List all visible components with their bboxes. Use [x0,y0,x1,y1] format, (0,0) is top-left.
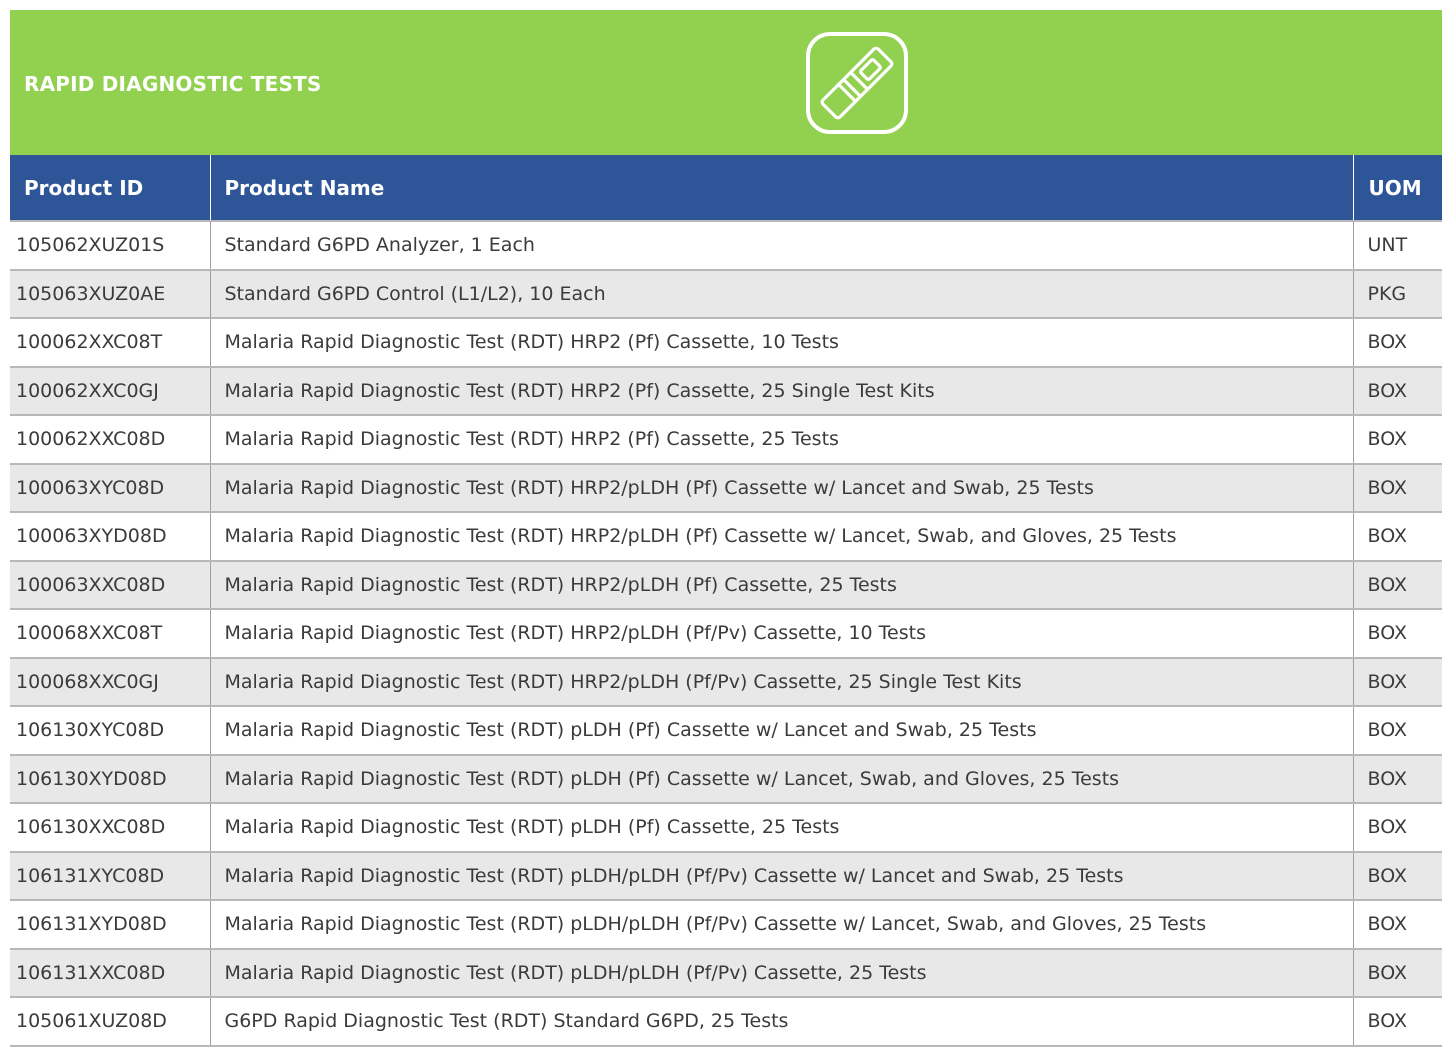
table-row: 106131XYC08D Malaria Rapid Diagnostic Tes… [10,851,1442,901]
column-header-product-id: Product ID [10,155,211,221]
uom-cell: BOX [1353,948,1442,998]
uom-cell: BOX [1353,754,1442,804]
product-id-cell: 100063XYC08D [10,463,211,513]
product-name-cell: Malaria Rapid Diagnostic Test (RDT) HRP2… [210,463,1354,513]
product-name-cell: Malaria Rapid Diagnostic Test (RDT) HRP2… [210,657,1354,707]
table-body: 105062XUZ01S Standard G6PD Analyzer, 1 Ea… [10,220,1442,1047]
table-row: 106130XYC08D Malaria Rapid Diagnostic Tes… [10,706,1442,756]
table-row: 105062XUZ01S Standard G6PD Analyzer, 1 Ea… [10,220,1442,271]
product-id-cell: 105062XUZ01S [10,220,211,271]
uom-cell: BOX [1353,851,1442,901]
product-name-cell: G6PD Rapid Diagnostic Test (RDT) Standar… [210,997,1354,1047]
top-margin [0,0,1442,10]
product-name-cell: Malaria Rapid Diagnostic Test (RDT) pLDH… [210,803,1354,853]
uom-cell: BOX [1353,463,1442,513]
table-row: 106130XXC08D Malaria Rapid Diagnostic Tes… [10,803,1442,853]
product-name-cell: Malaria Rapid Diagnostic Test (RDT) HRP2… [210,318,1354,368]
product-id-cell: 106130XXC08D [10,803,211,853]
table-row: 106130XYD08D Malaria Rapid Diagnostic Tes… [10,754,1442,804]
uom-cell: BOX [1353,997,1442,1047]
uom-cell: BOX [1353,706,1442,756]
table-row: 100068XXC08T Malaria Rapid Diagnostic Tes… [10,609,1442,659]
product-id-cell: 105063XUZ0AE [10,269,211,319]
product-id-cell: 100068XXC0GJ [10,657,211,707]
product-name-cell: Malaria Rapid Diagnostic Test (RDT) pLDH… [210,900,1354,950]
uom-cell: BOX [1353,318,1442,368]
products-table: Product ID Product Name UOM 105062XUZ01S… [10,155,1442,1047]
product-id-cell: 100062XXC0GJ [10,366,211,416]
uom-cell: BOX [1353,415,1442,465]
product-id-cell: 100062XXC08T [10,318,211,368]
table-row: 100062XXC0GJ Malaria Rapid Diagnostic Tes… [10,366,1442,416]
column-header-uom: UOM [1368,175,1422,200]
section-title: RAPID DIAGNOSTIC TESTS [24,72,322,96]
product-name-cell: Malaria Rapid Diagnostic Test (RDT) pLDH… [210,706,1354,756]
product-name-cell: Malaria Rapid Diagnostic Test (RDT) HRP2… [210,512,1354,562]
product-id-cell: 106130XYC08D [10,706,211,756]
header-row: Product ID Product Name UOM [10,155,1442,221]
product-id-cell: 105061XUZ08D [10,997,211,1047]
product-name-cell: Malaria Rapid Diagnostic Test (RDT) HRP2… [210,609,1354,659]
product-id-cell: 100062XXC08D [10,415,211,465]
uom-cell: UNT [1353,220,1442,271]
table-row: 100068XXC0GJ Malaria Rapid Diagnostic Tes… [10,657,1442,707]
uom-cell: BOX [1353,512,1442,562]
product-id-cell: 106131XXC08D [10,948,211,998]
product-name-cell: Malaria Rapid Diagnostic Test (RDT) HRP2… [210,366,1354,416]
table-row: 100062XXC08T Malaria Rapid Diagnostic Tes… [10,318,1442,368]
table-header: Product ID Product Name UOM [10,155,1442,221]
uom-cell: PKG [1353,269,1442,319]
table-row: 106131XXC08D Malaria Rapid Diagnostic Tes… [10,948,1442,998]
table-row: 106131XYD08D Malaria Rapid Diagnostic Tes… [10,900,1442,950]
column-header-product-name: Product Name [210,155,1354,221]
product-name-cell: Standard G6PD Analyzer, 1 Each [210,220,1354,271]
uom-cell: BOX [1353,657,1442,707]
uom-cell: BOX [1353,560,1442,610]
product-id-cell: 106131XYD08D [10,900,211,950]
table-row: 100063XYC08D Malaria Rapid Diagnostic Tes… [10,463,1442,513]
product-name-cell: Malaria Rapid Diagnostic Test (RDT) pLDH… [210,851,1354,901]
product-id-cell: 100063XXC08D [10,560,211,610]
rapid-test-cassette-icon [806,32,908,134]
product-name-cell: Malaria Rapid Diagnostic Test (RDT) HRP2… [210,560,1354,610]
table-row: 100063XYD08D Malaria Rapid Diagnostic Tes… [10,512,1442,562]
table-row: 100063XXC08D Malaria Rapid Diagnostic Tes… [10,560,1442,610]
section-banner: RAPID DIAGNOSTIC TESTS [10,10,1442,155]
product-name-cell: Malaria Rapid Diagnostic Test (RDT) HRP2… [210,415,1354,465]
table-row: 100062XXC08D Malaria Rapid Diagnostic Tes… [10,415,1442,465]
uom-cell: BOX [1353,609,1442,659]
product-name-cell: Standard G6PD Control (L1/L2), 10 Each [210,269,1354,319]
product-id-cell: 100063XYD08D [10,512,211,562]
product-id-cell: 106131XYC08D [10,851,211,901]
uom-cell: BOX [1353,900,1442,950]
product-id-cell: 100068XXC08T [10,609,211,659]
product-name-cell: Malaria Rapid Diagnostic Test (RDT) pLDH… [210,948,1354,998]
product-id-cell: 106130XYD08D [10,754,211,804]
table-row: 105061XUZ08D G6PD Rapid Diagnostic Test (… [10,997,1442,1047]
product-name-cell: Malaria Rapid Diagnostic Test (RDT) pLDH… [210,754,1354,804]
uom-cell: BOX [1353,366,1442,416]
uom-cell: BOX [1353,803,1442,853]
table-row: 105063XUZ0AE Standard G6PD Control (L1/L2… [10,269,1442,319]
